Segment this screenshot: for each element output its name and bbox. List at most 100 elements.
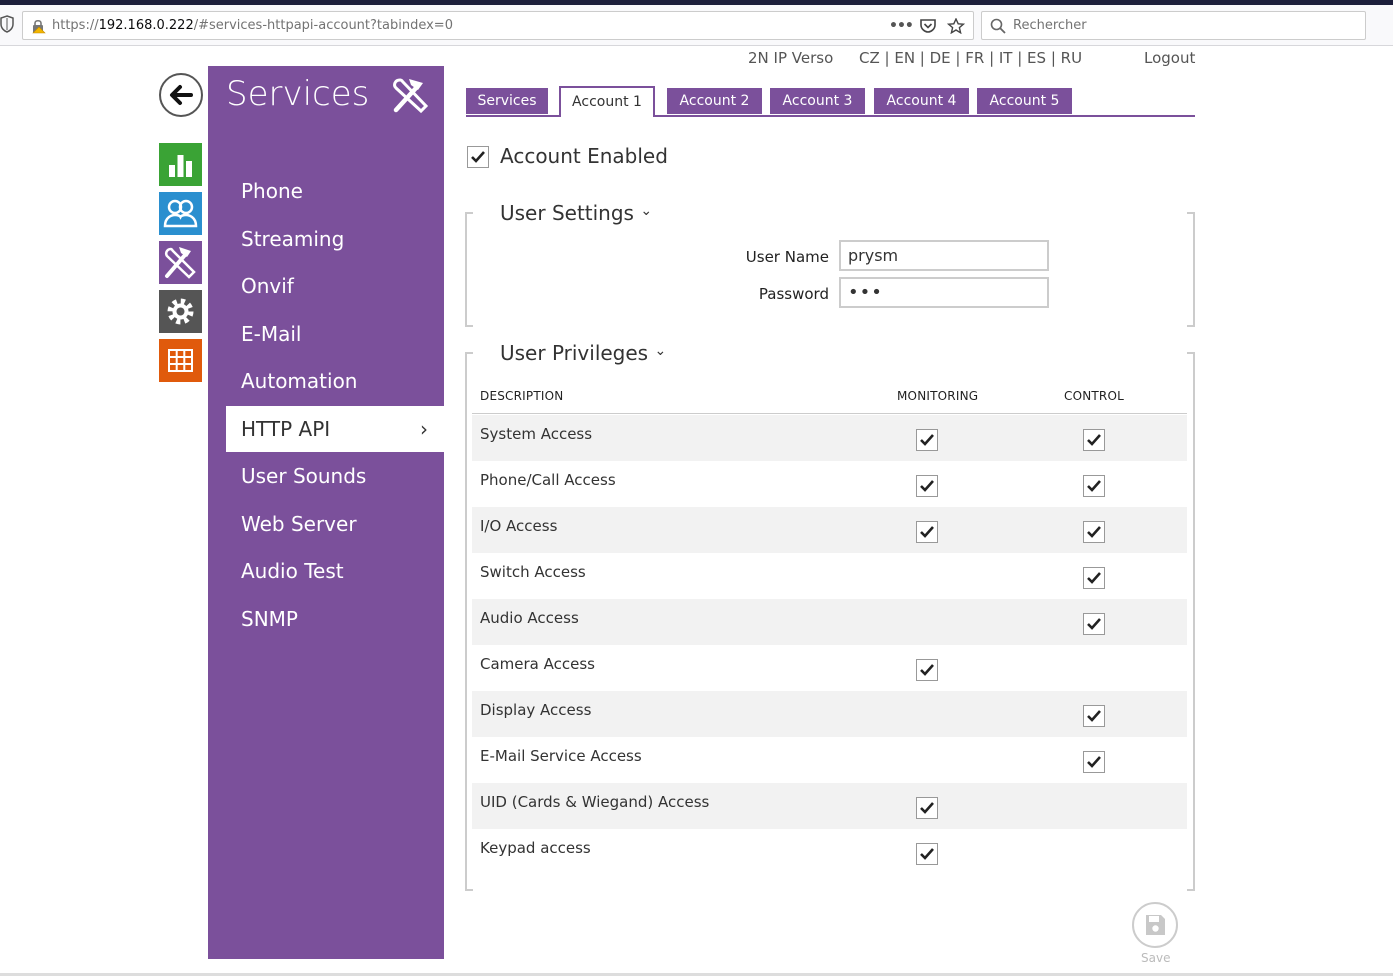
control-checkbox[interactable] [1083,705,1105,727]
control-checkbox[interactable] [1083,521,1105,543]
privilege-label: E-Mail Service Access [480,747,642,765]
tracking-shield-icon[interactable] [0,15,14,33]
privilege-label: Keypad access [480,839,591,857]
sidebar-item-label: Audio Test [241,559,344,583]
back-arrow-icon [170,85,193,105]
user-settings-title: User Settings [500,201,634,225]
username-label: User Name [745,248,829,266]
page-actions-icon[interactable]: ••• [889,18,914,34]
language-switcher[interactable]: CZ | EN | DE | FR | IT | ES | RU [859,49,1082,67]
pocket-icon[interactable] [919,18,937,34]
sidebar-item-snmp[interactable]: SNMP [208,596,444,642]
monitoring-checkbox[interactable] [916,659,938,681]
checkmark-icon [920,434,934,446]
tab-services[interactable]: Services [466,88,548,114]
sidebar-item-label: Streaming [241,227,345,251]
user-settings-toggle[interactable]: User Settings ⌄ [496,201,657,225]
back-button[interactable] [159,73,203,117]
password-field[interactable]: ••• [839,277,1049,308]
user-privileges-toggle[interactable]: User Privileges ⌄ [496,341,671,365]
sidebar-item-user-sounds[interactable]: User Sounds [208,453,444,499]
monitoring-checkbox[interactable] [916,429,938,451]
username-field[interactable]: prysm [839,240,1049,271]
sidebar-item-onvif[interactable]: Onvif [208,263,444,309]
tab-account-5[interactable]: Account 5 [977,88,1072,114]
privilege-row: Switch Access [472,553,1187,599]
sidebar-item-label: Onvif [241,274,294,298]
privilege-label: Switch Access [480,563,586,581]
sidebar-title: Services [226,74,370,114]
checkmark-icon [1087,710,1101,722]
chevron-down-icon: ⌄ [640,203,653,219]
checkmark-icon [471,151,485,163]
sidebar-item-audio-test[interactable]: Audio Test [208,548,444,594]
tab-account-2[interactable]: Account 2 [667,88,762,114]
privilege-label: Display Access [480,701,592,719]
grid-icon [168,349,193,372]
bar-chart-icon [169,155,192,177]
sidebar-item-label: Automation [241,369,358,393]
services-module-button[interactable] [159,241,202,284]
sidebar-item-automation[interactable]: Automation [208,358,444,404]
browser-toolbar: https://192.168.0.222/#services-httpapi-… [0,5,1393,46]
logout-link[interactable]: Logout [1144,49,1195,67]
tab-account-1[interactable]: Account 1 [559,86,655,117]
browser-search-field[interactable]: Rechercher [981,11,1366,40]
privilege-row: E-Mail Service Access [472,737,1187,783]
tools-icon [393,78,429,114]
directory-module-button[interactable] [159,192,202,235]
users-icon [163,199,198,228]
tab-account-3[interactable]: Account 3 [770,88,865,114]
control-checkbox[interactable] [1083,613,1105,635]
device-name: 2N IP Verso [748,49,834,67]
privilege-row: Audio Access [472,599,1187,645]
password-label: Password [758,285,829,303]
account-enabled-label: Account Enabled [500,144,668,168]
monitoring-checkbox[interactable] [916,521,938,543]
privilege-label: Camera Access [480,655,595,673]
save-button[interactable] [1132,902,1178,948]
account-enabled-checkbox[interactable] [467,146,489,168]
account-tabs: Services Account 1 Account 2 Account 3 A… [466,86,1195,117]
gear-icon [167,298,194,325]
tab-account-4[interactable]: Account 4 [874,88,969,114]
checkmark-icon [920,802,934,814]
sidebar-item-streaming[interactable]: Streaming [208,216,444,262]
sidebar-item-http-api[interactable]: HTTP API › [226,406,444,452]
privilege-row: Phone/Call Access [472,461,1187,507]
tools-icon [164,247,196,279]
table-header-divider [472,413,1187,414]
privilege-row: UID (Cards & Wiegand) Access [472,783,1187,829]
chevron-right-icon: › [420,417,428,441]
system-module-button[interactable] [159,290,202,333]
sidebar-item-label: User Sounds [241,464,367,488]
sidebar-item-web-server[interactable]: Web Server [208,501,444,547]
checkmark-icon [920,480,934,492]
bookmark-star-icon[interactable] [947,18,965,34]
apps-module-button[interactable] [159,339,202,382]
checkmark-icon [920,526,934,538]
control-checkbox[interactable] [1083,475,1105,497]
privilege-row: System Access [472,415,1187,461]
sidebar-item-label: Phone [241,179,303,203]
sidebar-item-e-mail[interactable]: E-Mail [208,311,444,357]
checkmark-icon [920,848,934,860]
control-checkbox[interactable] [1083,429,1105,451]
privilege-label: I/O Access [480,517,558,535]
monitoring-checkbox[interactable] [916,843,938,865]
checkmark-icon [1087,526,1101,538]
search-icon [990,18,1006,34]
monitoring-checkbox[interactable] [916,475,938,497]
checkmark-icon [1087,572,1101,584]
insecure-lock-icon[interactable] [30,18,46,34]
control-checkbox[interactable] [1083,567,1105,589]
sidebar-item-phone[interactable]: Phone [208,168,444,214]
address-bar[interactable]: https://192.168.0.222/#services-httpapi-… [22,11,974,40]
privilege-row: Display Access [472,691,1187,737]
privilege-row: Camera Access [472,645,1187,691]
search-placeholder: Rechercher [1013,18,1087,33]
privilege-label: System Access [480,425,593,443]
control-checkbox[interactable] [1083,751,1105,773]
status-module-button[interactable] [159,143,202,186]
monitoring-checkbox[interactable] [916,797,938,819]
